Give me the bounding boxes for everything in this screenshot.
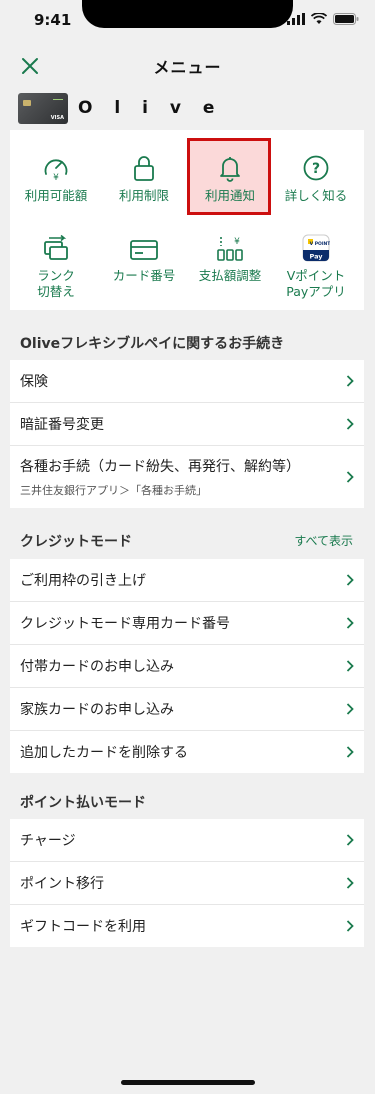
shortcut-available-amount[interactable]: ¥ 利用可能額 [12,152,100,204]
payment-adjust-icon: ¥ [217,237,243,261]
app-badge-bottom: Pay [309,253,323,261]
lock-icon [134,156,154,181]
shortcut-label: 詳しく知る [284,188,348,203]
shortcut-vpoint-pay-app[interactable]: V POINT Pay Vポイント Payアプリ [272,232,360,300]
list-item-additional-card[interactable]: 付帯カードのお申し込み [10,644,364,687]
list-item-gift-code[interactable]: ギフトコードを利用 [10,904,364,947]
credit-card-icon [130,240,158,260]
section-title-credit: クレジットモード [20,534,132,550]
shortcut-label: 切替え [37,284,75,299]
list-item-label: ギフトコードを利用 [20,919,146,935]
shortcut-label: 利用通知 [204,188,255,203]
shortcut-card-number[interactable]: カード番号 [100,232,188,284]
status-icons [287,13,359,25]
chevron-right-icon [346,375,354,387]
app-badge-top: V POINT [310,241,330,247]
section-title-flexible: Oliveフレキシブルペイに関するお手続き [20,336,285,352]
home-indicator[interactable] [121,1080,255,1085]
svg-text:¥: ¥ [53,173,59,182]
battery-icon [333,13,359,25]
list-item-family-card[interactable]: 家族カードのお申し込み [10,687,364,730]
chevron-right-icon [346,418,354,430]
list-item-charge[interactable]: チャージ [10,819,364,861]
chevron-right-icon [346,920,354,932]
list-item-delete-card[interactable]: 追加したカードを削除する [10,730,364,773]
shortcut-usage-notification[interactable]: 利用通知 [186,152,274,204]
section-title-points: ポイント払いモード [20,795,146,811]
list-item-label: 家族カードのお申し込み [20,702,174,718]
list-item-label: 付帯カードのお申し込み [20,659,174,675]
shortcut-label: Vポイント [286,268,346,283]
chevron-right-icon [346,617,354,629]
list-item-credit-card-number[interactable]: クレジットモード専用カード番号 [10,601,364,644]
shortcut-usage-limit[interactable]: 利用制限 [100,152,188,204]
device-notch [82,0,293,28]
shortcut-label: 支払額調整 [198,268,262,283]
list-item-pin-change[interactable]: 暗証番号変更 [10,402,364,445]
page-title: メニュー [153,58,222,77]
shortcut-payment-adjust[interactable]: ¥ 支払額調整 [186,232,274,284]
menu-header: メニュー [0,44,375,88]
chevron-right-icon [346,703,354,715]
card-brand-name: O l i v e [78,98,223,118]
vpoint-pay-app-icon: V POINT Pay [302,234,330,262]
shortcut-label: ランク [37,268,75,283]
list-item-label: 各種お手続（カード紛失、再発行、解約等） [20,459,300,475]
list-item-limit-increase[interactable]: ご利用枠の引き上げ [10,559,364,601]
list-item-label: 暗証番号変更 [20,417,104,433]
question-circle-icon: ? [303,155,329,181]
list-item-label: ポイント移行 [20,876,104,892]
signal-icon [287,13,305,25]
card-image: VISA [18,92,68,124]
list-item-label: クレジットモード専用カード番号 [20,616,230,632]
shortcut-label: 利用可能額 [24,188,88,203]
chevron-right-icon [346,574,354,586]
gauge-yen-icon: ¥ [44,159,68,182]
list-item-label: チャージ [20,833,76,849]
list-item-procedures[interactable]: 各種お手続（カード紛失、再発行、解約等） 三井住友銀行アプリ＞「各種お手続」 [10,445,364,508]
shortcut-label: Payアプリ [286,284,346,299]
chevron-right-icon [346,746,354,758]
list-item-insurance[interactable]: 保険 [10,360,364,402]
list-item-label: 保険 [20,374,48,390]
shortcut-panel: ¥ 利用可能額 利用制限 利用通知 ? 詳しく知る ランク 切替え カード番号 … [10,130,364,310]
status-bar: 9:41 [0,0,375,44]
shortcut-label: カード番号 [112,268,176,283]
status-time: 9:41 [34,11,72,29]
chevron-right-icon [346,471,354,483]
wifi-icon [311,13,327,24]
credit-list: ご利用枠の引き上げ クレジットモード専用カード番号 付帯カードのお申し込み 家族… [10,559,364,773]
rank-switch-icon [44,234,68,260]
points-list: チャージ ポイント移行 ギフトコードを利用 [10,819,364,947]
svg-text:?: ? [312,161,320,177]
chevron-right-icon [346,877,354,889]
svg-text:¥: ¥ [234,237,240,247]
list-item-label: 追加したカードを削除する [20,745,188,761]
card-summary[interactable]: VISA O l i v e [18,92,222,124]
show-all-link[interactable]: すべて表示 [294,532,353,549]
bell-icon [220,157,240,182]
shortcut-label: 利用制限 [118,188,169,203]
shortcut-rank-switch[interactable]: ランク 切替え [12,232,100,300]
chevron-right-icon [346,834,354,846]
shortcut-learn-more[interactable]: ? 詳しく知る [272,152,360,204]
list-item-point-transfer[interactable]: ポイント移行 [10,861,364,904]
list-item-label: ご利用枠の引き上げ [20,573,146,589]
flexible-list: 保険 暗証番号変更 各種お手続（カード紛失、再発行、解約等） 三井住友銀行アプリ… [10,360,364,508]
chevron-right-icon [346,660,354,672]
list-item-sublabel: 三井住友銀行アプリ＞「各種お手続」 [20,484,207,497]
